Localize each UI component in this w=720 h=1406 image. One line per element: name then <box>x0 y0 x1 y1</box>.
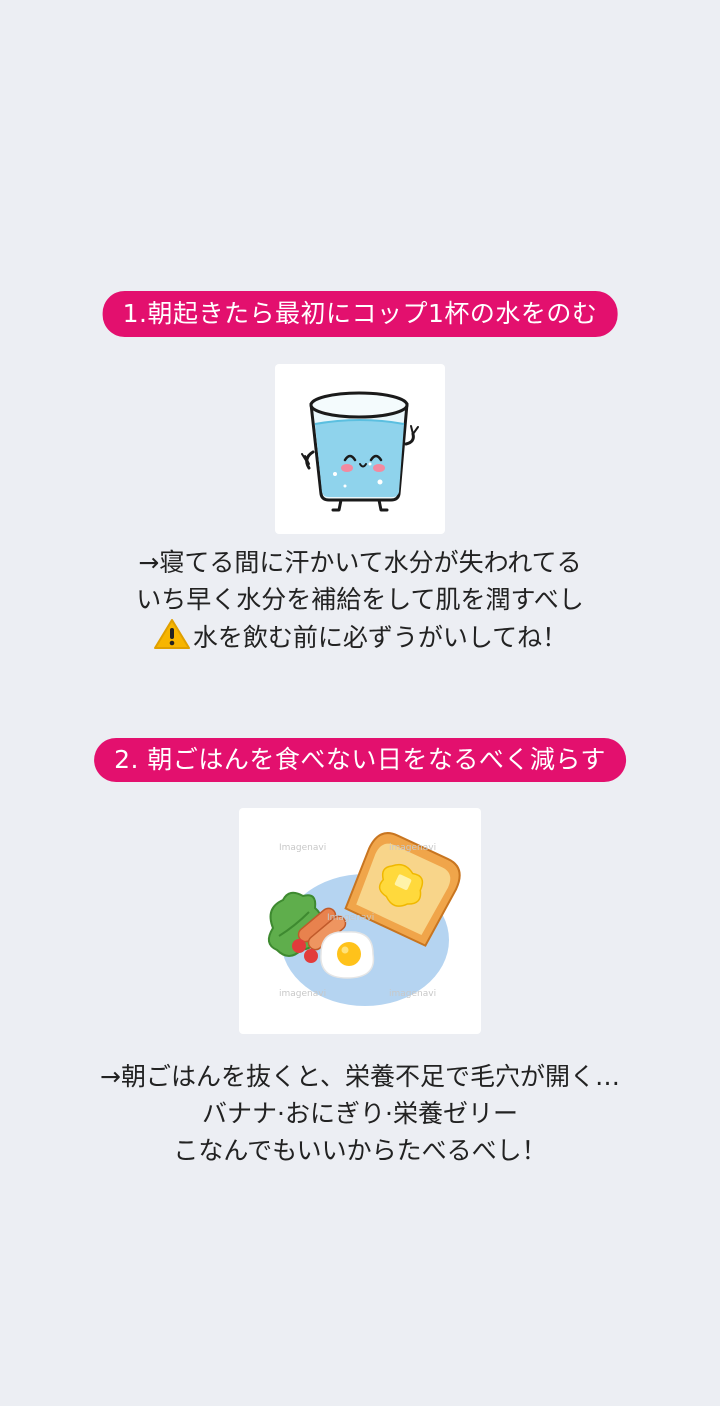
watermark-5: imagenavi <box>389 989 436 999</box>
section-2-heading: 2. 朝ごはんを食べない日をなるべく減らす <box>94 738 626 782</box>
section-1-line-3-text: 水を飲む前に必ずうがいしてね！ <box>192 623 568 652</box>
water-glass-image <box>275 364 445 534</box>
section-1-line-1: →寝てる間に汗かいて水分が失われてる <box>138 548 582 577</box>
warning-icon <box>153 618 191 660</box>
section-2-line-3: こなんでもいいからたべるべし！ <box>173 1136 547 1165</box>
breakfast-plate-icon: Imagenavi imagenavi Imagenavi imagenavi … <box>267 832 461 1006</box>
watermark-3: Imagenavi <box>327 913 374 923</box>
watermark-4: imagenavi <box>279 989 326 999</box>
section-2-body: →朝ごはんを抜くと、栄養不足で毛穴が開く… バナナ·おにぎり·栄養ゼリー こなん… <box>0 1058 720 1169</box>
section-2-line-1: →朝ごはんを抜くと、栄養不足で毛穴が開く… <box>100 1062 620 1091</box>
section-1-line-2: いち早く水分を補給をして肌を潤すべし <box>136 585 584 614</box>
section-1-body: →寝てる間に汗かいて水分が失われてる いち早く水分を補給をして肌を潤すべし 水を… <box>0 544 720 660</box>
water-glass-character-icon <box>301 391 419 512</box>
section-1-heading: 1.朝起きたら最初にコップ1杯の水をのむ <box>102 291 618 337</box>
section-2-line-2: バナナ·おにぎり·栄養ゼリー <box>202 1099 518 1128</box>
section-1-line-3: 水を飲む前に必ずうがいしてね！ <box>0 618 720 660</box>
breakfast-image: Imagenavi imagenavi Imagenavi imagenavi … <box>239 808 481 1034</box>
watermark-2: imagenavi <box>389 843 436 853</box>
watermark-1: Imagenavi <box>279 843 326 853</box>
